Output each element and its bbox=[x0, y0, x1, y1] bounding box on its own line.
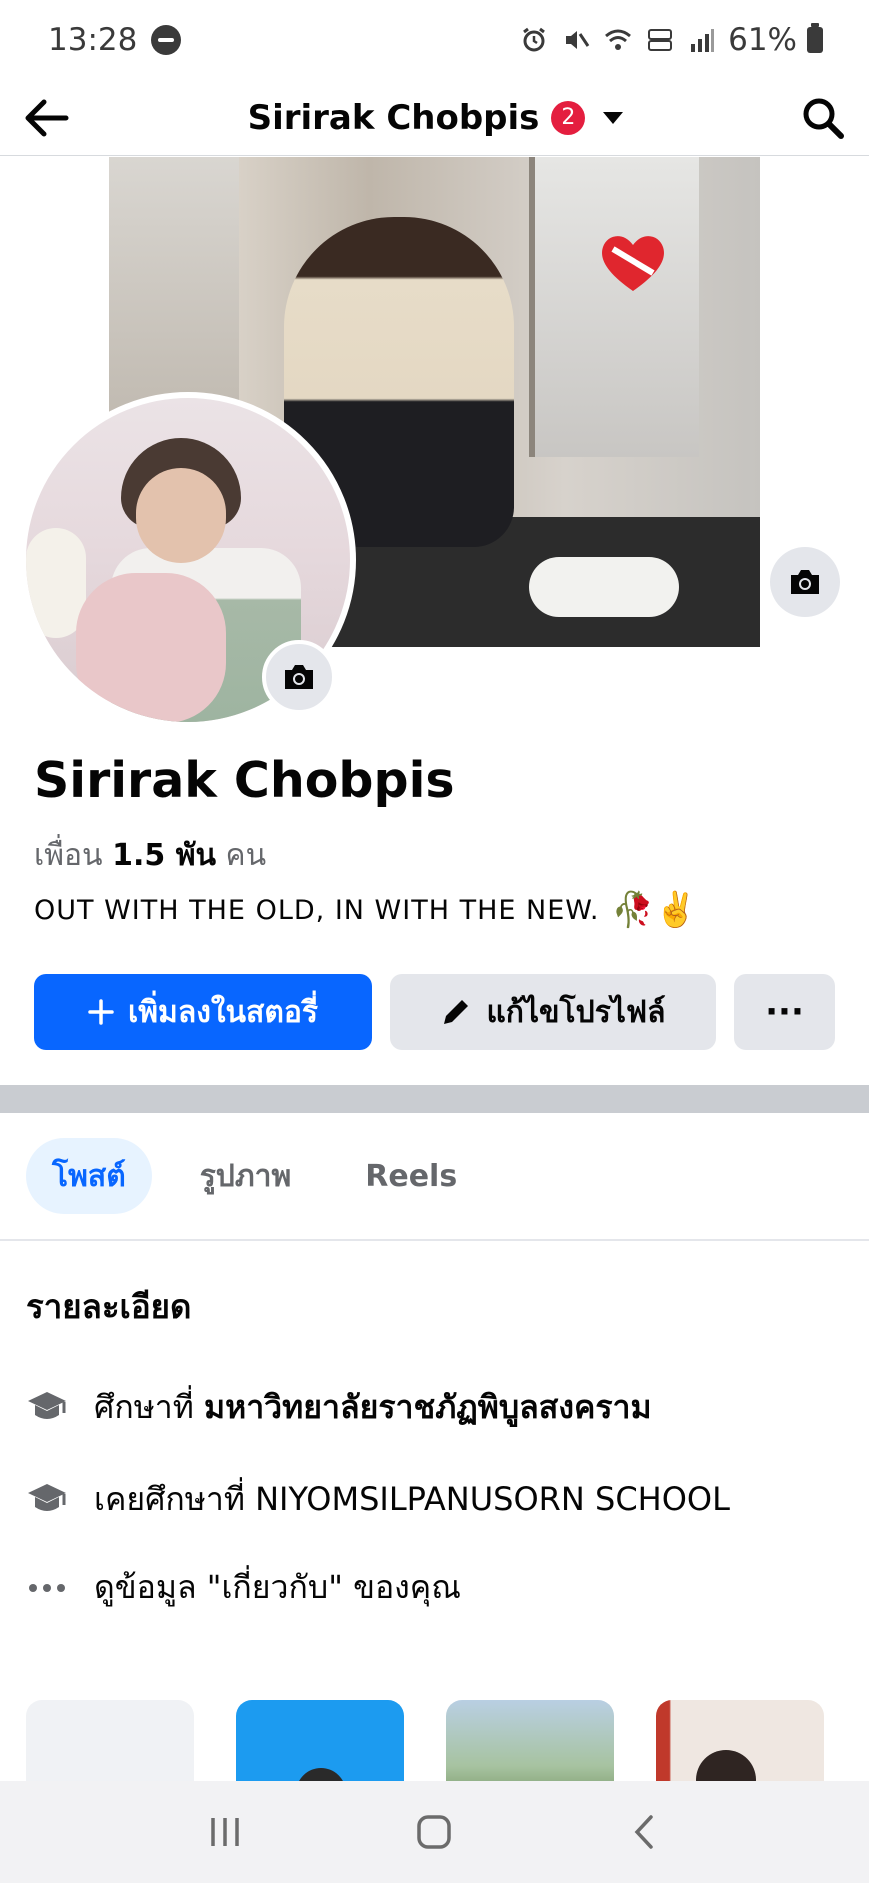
cover-mirror-right bbox=[529, 157, 699, 457]
edit-profile-button[interactable]: แก้ไขโปรไฟล์ bbox=[390, 974, 716, 1050]
graduation-cap-icon bbox=[26, 1387, 68, 1429]
back-chevron-icon bbox=[634, 1815, 653, 1849]
wifi-icon bbox=[602, 24, 634, 56]
bio-emoji: 🥀✌️ bbox=[611, 890, 699, 930]
add-to-story-button[interactable]: เพิ่มลงในสตอรี่ bbox=[34, 974, 372, 1050]
education-prefix: ศึกษาที่ bbox=[94, 1388, 194, 1426]
details-heading: รายละเอียด bbox=[26, 1287, 192, 1326]
recent-apps-icon bbox=[211, 1818, 239, 1846]
avatar-camera-button[interactable] bbox=[262, 640, 336, 714]
more-options-button[interactable]: ··· bbox=[734, 974, 835, 1050]
past-education-text: เคยศึกษาที่ NIYOMSILPANUSORN SCHOOL bbox=[94, 1480, 730, 1518]
friends-prefix: เพื่อน bbox=[34, 838, 103, 873]
volte-icon bbox=[644, 24, 676, 56]
cover-camera-button[interactable] bbox=[770, 547, 840, 617]
detail-about-link[interactable]: ดูข้อมูล "เกี่ยวกับ" ของคุณ bbox=[26, 1562, 461, 1613]
battery-icon bbox=[807, 23, 823, 53]
signal-icon bbox=[686, 24, 718, 56]
education-school: มหาวิทยาลัยราชภัฏพิบูลสงคราม bbox=[204, 1388, 652, 1426]
tab-posts[interactable]: โพสต์ bbox=[26, 1138, 152, 1214]
detail-education-text: ศึกษาที่ มหาวิทยาลัยราชภัฏพิบูลสงคราม bbox=[94, 1382, 652, 1433]
status-time: 13:28 bbox=[48, 22, 138, 58]
plus-icon bbox=[88, 999, 114, 1025]
home-icon bbox=[417, 1815, 452, 1849]
home-button[interactable] bbox=[404, 1802, 464, 1862]
mute-icon bbox=[560, 24, 592, 56]
tabs-divider bbox=[0, 1239, 869, 1241]
notification-badge: 2 bbox=[551, 100, 586, 135]
tab-photos[interactable]: รูปภาพ bbox=[174, 1138, 318, 1214]
search-icon[interactable] bbox=[801, 96, 845, 140]
caret-down-icon bbox=[603, 111, 624, 124]
header-title-group[interactable]: Sirirak Chobpis 2 bbox=[248, 98, 624, 138]
add-to-story-label: เพิ่มลงในสตอรี่ bbox=[128, 994, 318, 1030]
camera-icon bbox=[791, 570, 819, 594]
profile-name: Sirirak Chobpis bbox=[34, 752, 455, 809]
tab-reels[interactable]: Reels bbox=[339, 1138, 483, 1214]
section-divider bbox=[0, 1085, 869, 1113]
do-not-disturb-icon bbox=[151, 25, 182, 55]
camera-icon bbox=[285, 665, 313, 689]
status-bar: 13:28 61% bbox=[0, 0, 869, 80]
avatar-face bbox=[136, 468, 226, 563]
back-button[interactable] bbox=[614, 1802, 674, 1862]
more-options-icon: ··· bbox=[765, 992, 804, 1032]
system-nav-bar bbox=[0, 1781, 869, 1883]
friends-count[interactable]: เพื่อน 1.5 พัน คน bbox=[34, 832, 266, 879]
pencil-icon bbox=[444, 1000, 469, 1024]
avatar-pillow bbox=[76, 573, 226, 722]
detail-education[interactable]: ศึกษาที่ มหาวิทยาลัยราชภัฏพิบูลสงคราม bbox=[26, 1382, 652, 1433]
header-title: Sirirak Chobpis bbox=[247, 97, 540, 138]
alarm-icon bbox=[518, 24, 550, 56]
friends-number: 1.5 พัน bbox=[112, 838, 216, 873]
cover-shoes bbox=[529, 557, 679, 617]
app-header: Sirirak Chobpis 2 bbox=[0, 80, 869, 156]
back-arrow-icon[interactable] bbox=[24, 98, 70, 138]
profile-bio: OUT WITH THE OLD, IN WITH THE NEW. 🥀✌️ bbox=[34, 890, 698, 930]
edit-profile-label: แก้ไขโปรไฟล์ bbox=[486, 994, 666, 1030]
status-left: 13:28 bbox=[48, 22, 182, 58]
profile-tabs: โพสต์ รูปภาพ Reels bbox=[26, 1138, 483, 1214]
bio-text: OUT WITH THE OLD, IN WITH THE NEW. bbox=[34, 894, 600, 926]
about-link-text: ดูข้อมูล "เกี่ยวกับ" ของคุณ bbox=[94, 1568, 461, 1606]
recent-apps-button[interactable] bbox=[195, 1802, 255, 1862]
status-right: 61% bbox=[518, 22, 823, 58]
more-dots-icon bbox=[26, 1567, 68, 1609]
detail-past-education[interactable]: เคยศึกษาที่ NIYOMSILPANUSORN SCHOOL bbox=[26, 1474, 730, 1525]
battery-percent: 61% bbox=[728, 22, 797, 58]
heart-sticker-icon bbox=[602, 236, 664, 291]
graduation-cap-icon bbox=[26, 1479, 68, 1521]
friends-suffix: คน bbox=[225, 838, 267, 873]
